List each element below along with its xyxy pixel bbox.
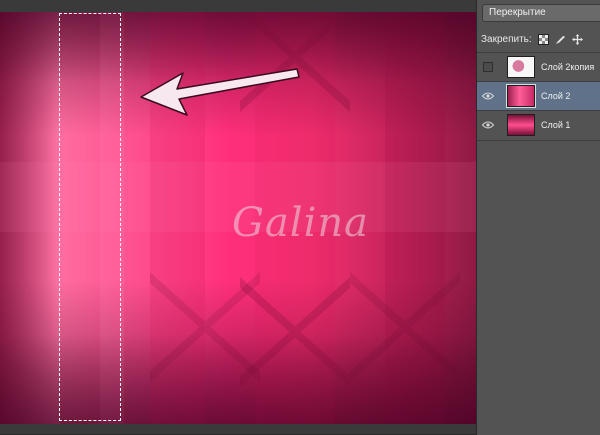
eye-icon	[482, 121, 494, 129]
arrow-icon	[140, 68, 300, 116]
watermark-text: Galina	[232, 200, 369, 246]
layers-panel: Перекрытие Закрепить: Слой 2копия Слой 2…	[476, 0, 600, 435]
layer-row[interactable]: Слой 2копия	[477, 52, 600, 81]
layer-thumbnail	[507, 114, 535, 136]
layer-name: Слой 2копия	[541, 62, 595, 72]
visibility-toggle[interactable]	[477, 111, 499, 140]
pattern-shape	[350, 272, 460, 382]
lock-row: Закрепить:	[481, 30, 599, 48]
lock-label: Закрепить:	[481, 33, 532, 45]
layer-thumbnail	[507, 56, 535, 78]
blend-mode-select[interactable]: Перекрытие	[482, 4, 600, 22]
canvas-bottom-bar	[0, 424, 476, 434]
eye-icon	[482, 92, 494, 100]
pattern-shape	[150, 272, 260, 382]
layer-thumbnail	[506, 84, 536, 108]
canvas-top-bar	[0, 0, 476, 12]
marquee-selection[interactable]	[59, 13, 121, 421]
brush-lock-icon[interactable]	[555, 34, 566, 45]
layer-row[interactable]: Слой 1	[477, 110, 600, 139]
layers-list: Слой 2копия Слой 2 Слой 1	[477, 52, 600, 139]
move-lock-icon[interactable]	[571, 33, 583, 45]
transparency-lock-icon[interactable]	[537, 33, 549, 45]
document-canvas[interactable]: Galina	[0, 12, 476, 424]
layers-empty-area	[477, 140, 600, 435]
layer-name: Слой 1	[541, 120, 571, 130]
layer-name: Слой 2	[541, 91, 571, 101]
hidden-box-icon	[483, 62, 493, 72]
visibility-toggle[interactable]	[477, 82, 499, 111]
layer-row[interactable]: Слой 2	[477, 81, 600, 110]
visibility-toggle[interactable]	[477, 53, 499, 82]
